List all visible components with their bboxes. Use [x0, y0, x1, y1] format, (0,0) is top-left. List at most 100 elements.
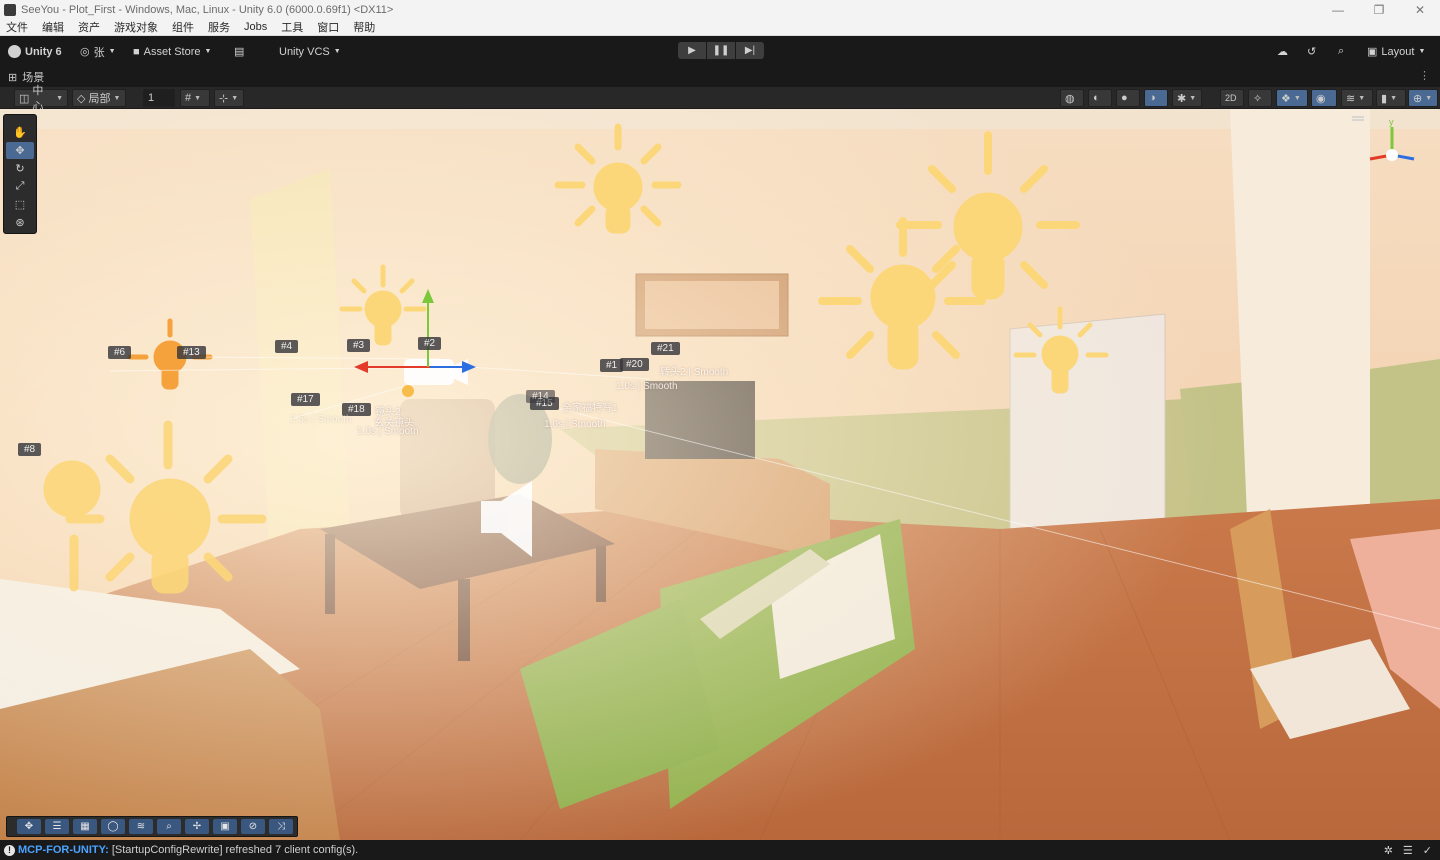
camera-icon: ▮	[1381, 92, 1388, 105]
chevron-down-icon: ▼	[113, 94, 121, 102]
cloud-button[interactable]: ☁	[1277, 43, 1288, 60]
camera-tag[interactable]: #4	[275, 340, 299, 353]
menu-gameobject[interactable]: 游戏对象	[114, 19, 158, 35]
camera-tag[interactable]: #6	[108, 346, 132, 359]
grid-toggle[interactable]: # ▼	[180, 89, 210, 107]
tab-menu-icon[interactable]: ⋮	[1419, 69, 1430, 82]
search-icon: ⌕	[1338, 45, 1345, 57]
grid-snap-input[interactable]: 1	[143, 89, 175, 107]
unity-vcs-dropdown[interactable]: Unity VCS ▼	[279, 43, 341, 60]
chevron-down-icon: ▼	[1390, 94, 1397, 102]
layers-dropdown[interactable]: ≋ ▼	[1341, 89, 1373, 107]
overlay-pivot-button[interactable]: ✢	[185, 819, 209, 834]
gizmos-dropdown[interactable]: ⊕ ▼	[1408, 89, 1438, 107]
shopping-bag-icon: ■	[133, 45, 140, 58]
camera-annotation: 1.0s | Smooth	[616, 381, 678, 392]
menu-assets[interactable]: 资产	[78, 19, 100, 35]
menu-help[interactable]: 帮助	[353, 19, 375, 35]
move-icon: ✥	[15, 145, 25, 157]
overlay-camera-button[interactable]: ▣	[213, 819, 237, 834]
menu-component[interactable]: 组件	[172, 19, 194, 35]
chevron-down-icon: ▼	[204, 48, 212, 55]
snap-toggle[interactable]: ⊹ ▼	[214, 89, 244, 107]
status-message[interactable]: [StartupConfigRewrite] refreshed 7 clien…	[112, 844, 358, 856]
chevron-down-icon: ▼	[333, 48, 341, 55]
chevron-down-icon: ▼	[108, 48, 116, 55]
chevron-down-icon: ▼	[1418, 48, 1426, 55]
light-icon: ✧	[1253, 92, 1263, 105]
title-bar: SeeYou - Plot_First - Windows, Mac, Linu…	[0, 0, 1440, 19]
camera-tag[interactable]: #20	[620, 358, 649, 371]
transform-tool-button[interactable]: ⊛	[6, 214, 34, 231]
package-manager-button[interactable]: ▤	[234, 43, 244, 60]
chevron-down-icon: ▼	[1293, 94, 1301, 102]
move-tool-button[interactable]: ✥	[6, 142, 34, 159]
scale-icon: ⤢	[15, 180, 25, 192]
camera-tag[interactable]: #2	[418, 337, 442, 350]
camera-tag[interactable]: #21	[651, 342, 680, 355]
snap-icon: ⊹	[219, 92, 229, 105]
space-label: 局部	[88, 93, 111, 105]
menu-window[interactable]: 窗口	[317, 19, 339, 35]
menu-tools[interactable]: 工具	[281, 19, 303, 35]
layers-icon: ≋	[1346, 92, 1356, 105]
scale-tool-button[interactable]: ⤢	[6, 178, 34, 195]
overlay-align-button[interactable]: ☰	[45, 819, 69, 834]
camera-settings-dropdown[interactable]: ▮ ▼	[1376, 89, 1406, 107]
overlay-shuffle-button[interactable]: ⤨	[269, 819, 293, 834]
rect-tool-button[interactable]: ⬚	[6, 196, 34, 213]
pivot-toggle[interactable]: ◫ 中心 ▼	[14, 85, 68, 113]
history-icon: ↺	[1307, 46, 1317, 58]
camera-annotation: 2.5s | Smooth	[290, 414, 352, 425]
lighting-toggle[interactable]: ✧	[1248, 89, 1272, 107]
menu-jobs[interactable]: Jobs	[244, 21, 267, 33]
shading-shaded-wire-button[interactable]: ◐	[1088, 89, 1112, 107]
effects-toggle[interactable]: ❖ ▼	[1276, 89, 1308, 107]
account-dropdown[interactable]: ◎ 张 ▼	[80, 43, 116, 60]
wireframe-sphere-icon: ◍	[1065, 92, 1075, 105]
close-button[interactable]: ✕	[1400, 0, 1440, 19]
unity-account-menu[interactable]: Unity 6	[8, 43, 62, 60]
2d-toggle[interactable]: 2D	[1220, 89, 1244, 107]
undo-history-button[interactable]: ↺	[1307, 43, 1316, 60]
scene-view[interactable]: y #6 #13 #4 #3 #2 #17 #18 #8 #15 #14 #1 …	[0, 109, 1440, 840]
shading-lit-button[interactable]: ◑	[1144, 89, 1168, 107]
minimize-button[interactable]: —	[1318, 0, 1358, 19]
camera-tag[interactable]: #13	[177, 346, 206, 359]
camera-tag[interactable]: #17	[291, 393, 320, 406]
overlay-compass-button[interactable]: ⊘	[241, 819, 265, 834]
shading-unlit-button[interactable]: ●	[1116, 89, 1140, 107]
layout-icon: ▣	[1367, 46, 1378, 58]
search-button[interactable]: ⌕	[1338, 43, 1344, 60]
space-toggle[interactable]: ◇ 局部 ▼	[72, 89, 126, 107]
camera-tag[interactable]: #8	[18, 443, 42, 456]
camera-tag[interactable]: #14	[526, 390, 555, 403]
overlay-layers-button[interactable]: ≋	[129, 819, 153, 834]
hand-tool-button[interactable]: ✋	[6, 124, 34, 141]
maximize-button[interactable]: ❐	[1359, 0, 1399, 19]
layout-dropdown[interactable]: ▣ Layout ▼	[1367, 43, 1425, 60]
menu-file[interactable]: 文件	[6, 19, 28, 35]
camera-annotation: 1.0s | Smooth	[544, 419, 606, 430]
overlay-orbit-button[interactable]: ◯	[101, 819, 125, 834]
network-icon[interactable]: ☰	[1403, 844, 1413, 857]
shading-wireframe-button[interactable]: ◍	[1060, 89, 1084, 107]
pause-button[interactable]: ❚❚	[707, 42, 735, 59]
layout-label: Layout	[1381, 45, 1415, 58]
debug-draw-mode-button[interactable]: ✱ ▼	[1172, 89, 1202, 107]
menu-edit[interactable]: 编辑	[42, 19, 64, 35]
scene-visibility-toggle[interactable]: ◉	[1311, 89, 1337, 107]
overlay-search-button[interactable]: ⌕	[157, 819, 181, 834]
menu-services[interactable]: 服务	[208, 19, 230, 35]
asset-store-button[interactable]: ■ Asset Store ▼	[133, 43, 211, 60]
bake-lighting-icon[interactable]: ✲	[1384, 844, 1393, 857]
overlay-grid-button[interactable]: ▦	[73, 819, 97, 834]
check-icon[interactable]: ✓	[1423, 844, 1432, 857]
play-button[interactable]: ▶	[678, 42, 706, 59]
step-button[interactable]: ▶|	[736, 42, 764, 59]
overlay-move-button[interactable]: ✥	[17, 819, 41, 834]
camera-tag[interactable]: #3	[347, 339, 371, 352]
rect-icon: ⬚	[14, 199, 26, 211]
rotate-tool-button[interactable]: ↻	[6, 160, 34, 177]
grid-icon: ▦	[80, 821, 90, 832]
